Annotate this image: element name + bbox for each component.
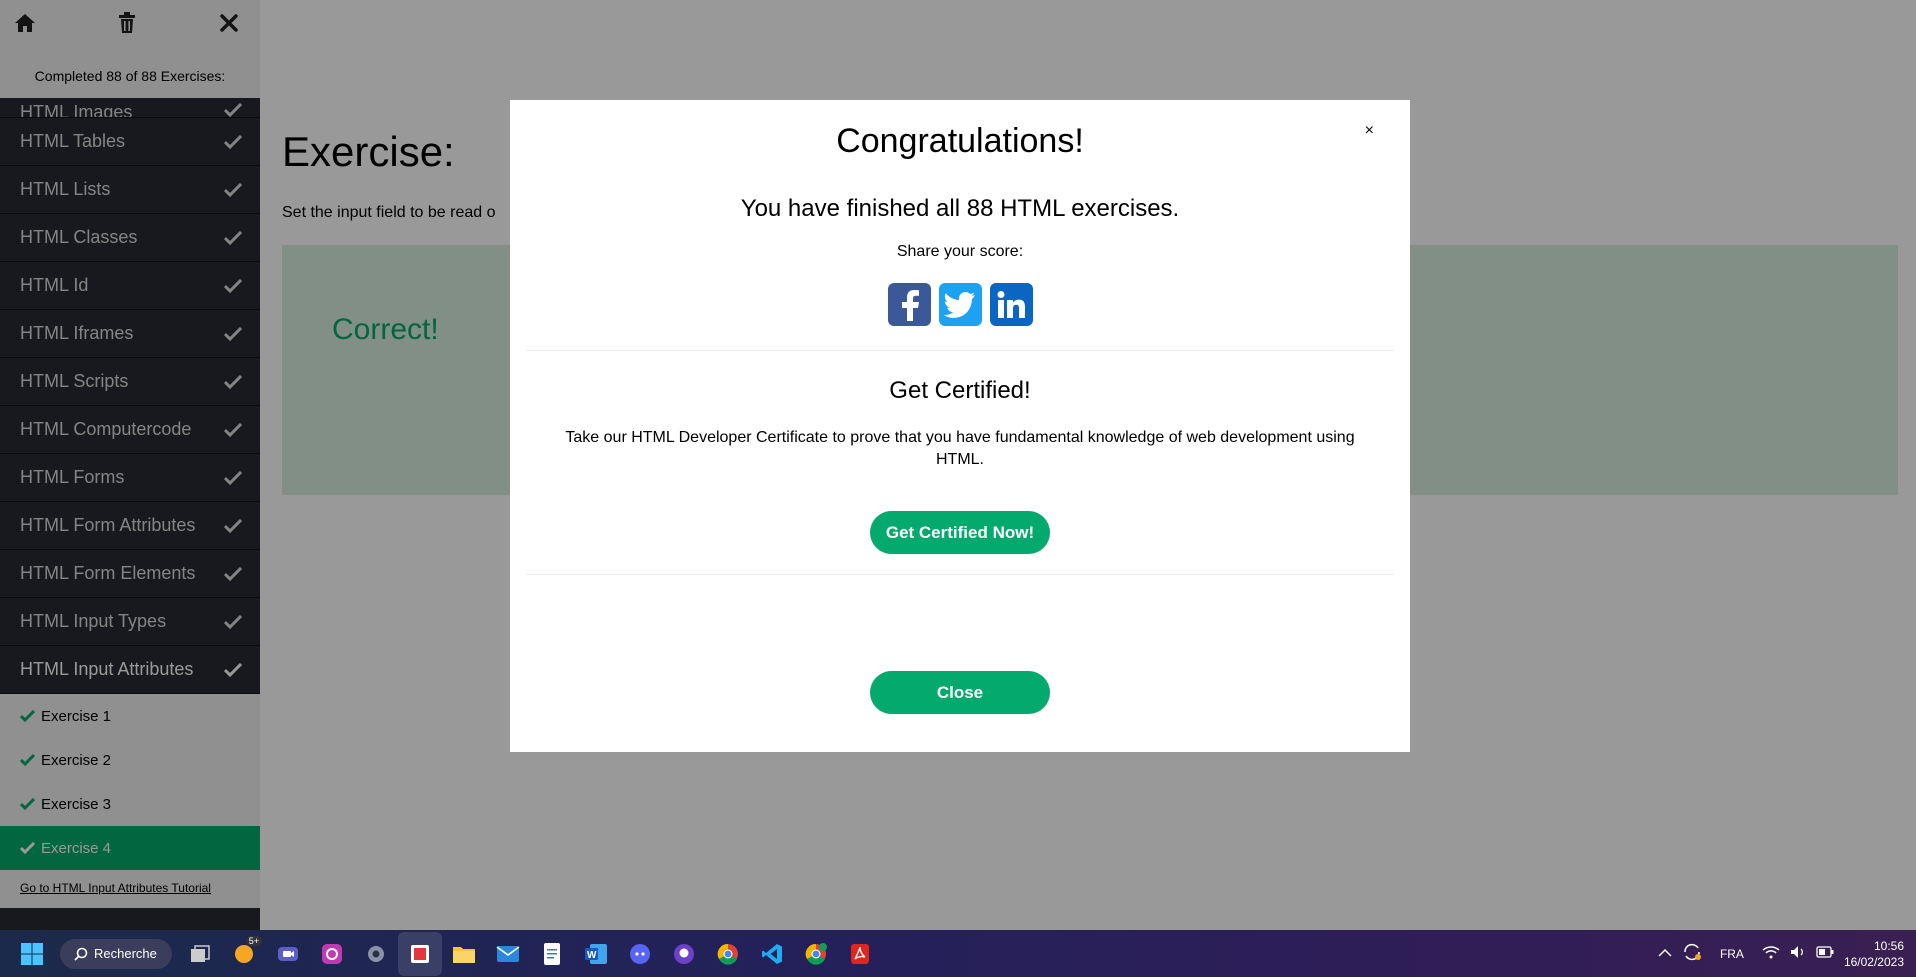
chevron-up-icon[interactable] bbox=[1658, 947, 1672, 961]
share-label: Share your score: bbox=[896, 243, 1024, 260]
volume-icon[interactable] bbox=[1790, 945, 1806, 962]
svg-text:W: W bbox=[587, 950, 597, 961]
notepad-icon[interactable] bbox=[530, 932, 574, 976]
weather-badge: 5+ bbox=[245, 935, 262, 946]
modal-title: Congratulations! bbox=[836, 122, 1084, 160]
app-icon[interactable] bbox=[310, 932, 354, 976]
divider bbox=[526, 350, 1394, 351]
system-tray: FRA 10:56 16/02/2023 bbox=[1658, 930, 1904, 977]
settings-icon[interactable] bbox=[354, 932, 398, 976]
mail-icon[interactable] bbox=[486, 932, 530, 976]
taskbar: Recherche 5+ W FRA 10:56 16/02/2023 bbox=[0, 930, 1916, 977]
task-view-icon[interactable] bbox=[178, 932, 222, 976]
language-indicator[interactable]: FRA bbox=[1720, 947, 1744, 961]
battery-icon[interactable] bbox=[1816, 946, 1834, 961]
snipping-tool-icon[interactable] bbox=[398, 931, 442, 976]
linkedin-icon[interactable] bbox=[989, 283, 1033, 326]
clock-date: 16/02/2023 bbox=[1843, 954, 1904, 969]
twitter-icon[interactable] bbox=[938, 283, 982, 326]
vscode-icon[interactable] bbox=[750, 932, 794, 976]
weather-icon[interactable]: 5+ bbox=[222, 932, 266, 976]
finished-message: You have finished all 88 HTML exercises. bbox=[740, 195, 1180, 222]
certificate-description: Take our HTML Developer Certificate to p… bbox=[565, 429, 1355, 468]
windows-start-icon[interactable] bbox=[10, 932, 54, 976]
get-certified-button[interactable]: Get Certified Now! bbox=[870, 511, 1050, 554]
github-icon[interactable] bbox=[662, 932, 706, 976]
teams-meet-icon[interactable] bbox=[266, 932, 310, 976]
discord-icon[interactable] bbox=[618, 932, 662, 976]
congratulations-modal: × Congratulations! You have finished all… bbox=[510, 100, 1410, 752]
file-explorer-icon[interactable] bbox=[442, 932, 486, 976]
facebook-icon[interactable] bbox=[887, 283, 931, 326]
clock[interactable]: 10:56 16/02/2023 bbox=[1844, 938, 1904, 970]
clock-time: 10:56 bbox=[1873, 938, 1904, 953]
search-icon bbox=[74, 947, 88, 961]
acrobat-icon[interactable] bbox=[838, 932, 882, 976]
wifi-icon[interactable] bbox=[1762, 945, 1780, 962]
sync-icon[interactable] bbox=[1682, 943, 1702, 964]
close-button[interactable]: Close bbox=[870, 671, 1050, 714]
divider bbox=[526, 574, 1394, 575]
word-icon[interactable]: W bbox=[574, 932, 618, 976]
modal-close-x[interactable]: × bbox=[1365, 122, 1374, 140]
share-buttons bbox=[510, 283, 1410, 326]
certified-heading: Get Certified! bbox=[889, 377, 1031, 404]
chrome-icon[interactable] bbox=[706, 932, 750, 976]
chrome-profile-icon[interactable] bbox=[794, 932, 838, 976]
search-label: Recherche bbox=[94, 946, 157, 961]
taskbar-search[interactable]: Recherche bbox=[60, 938, 172, 969]
